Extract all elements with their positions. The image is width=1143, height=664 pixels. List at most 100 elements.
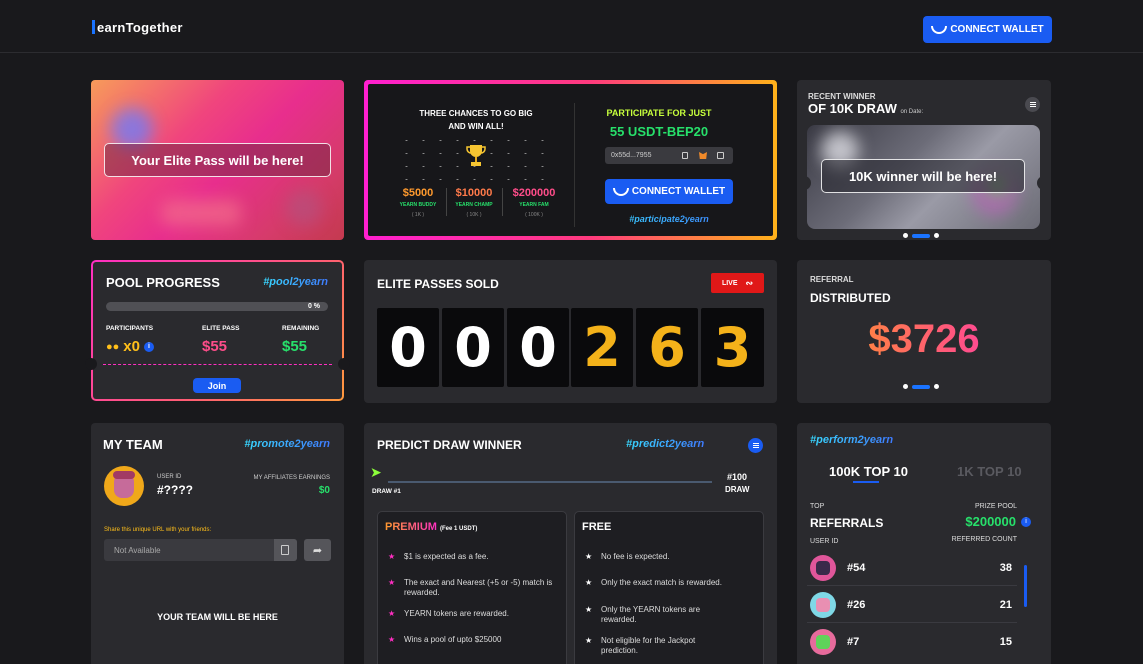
external-link-icon[interactable] [717, 152, 724, 159]
draw-title: OF 10K DRAW [808, 101, 897, 116]
referral-title: DISTRIBUTED [810, 291, 891, 305]
connect-wallet-button[interactable]: CONNECT WALLET [923, 16, 1052, 43]
users-icon: ●● [106, 340, 120, 353]
trophy-icon [466, 144, 486, 168]
avatar [810, 555, 836, 581]
free-item-text: Only the exact match is rewarded. [601, 578, 722, 587]
connect-wallet-label: CONNECT WALLET [950, 24, 1044, 35]
list-line [752, 447, 759, 448]
list-icon[interactable] [1025, 97, 1040, 112]
tab-label: 1K TOP 10 [957, 464, 1022, 479]
connect-wallet-label: CONNECT WALLET [631, 186, 726, 197]
winner-slide: 10K winner will be here! [807, 125, 1040, 229]
dot-active[interactable] [912, 384, 930, 389]
counter-digit: 2 [571, 308, 633, 387]
leaderboard-row[interactable]: #54 38 [807, 550, 1017, 586]
dot[interactable] [903, 233, 908, 238]
elite-pass-label: ELITE PASS [202, 325, 240, 332]
tab-label: 100K TOP 10 [829, 464, 909, 479]
star-icon: ★ [388, 635, 396, 644]
copy-icon[interactable] [274, 539, 297, 561]
tab-1k-top-10[interactable]: 1K TOP 10 [957, 464, 1022, 479]
predict-draw-card: PREDICT DRAW WINNER #predict2yearn ➤ DRA… [364, 423, 777, 664]
free-item-text: Not eligible for the Jackpot prediction. [601, 636, 696, 655]
list-icon[interactable] [748, 438, 763, 453]
prize-2: $10000 YEARN CHAMP ( 10K ) [448, 187, 500, 218]
premium-option[interactable]: PREMIUM (Fee 1 USDT) ★ $1 is expected as … [377, 511, 567, 664]
metamask-icon[interactable] [699, 152, 707, 159]
pool-title: POOL PROGRESS [106, 275, 220, 290]
prize-pool-label: PRIZE POOL [974, 503, 1017, 510]
elite-pass-placeholder: Your Elite Pass will be here! [104, 143, 331, 177]
winner-placeholder: 10K winner will be here! [821, 159, 1025, 193]
tab-100k-top-10[interactable]: 100K TOP 10 [829, 464, 908, 479]
recent-winner-title: OF 10K DRAW on Date: [808, 101, 923, 116]
info-icon[interactable]: i [143, 341, 154, 352]
top-referrals-card: #perform2yearn 100K TOP 10 1K TOP 10 TOP… [797, 423, 1051, 664]
top-bar: earnTogether CONNECT WALLET [0, 0, 1143, 53]
draw-start-label: DRAW #1 [372, 488, 401, 495]
premium-heading: PREMIUM (Fee 1 USDT) [385, 521, 477, 533]
counter-digit: 6 [636, 308, 698, 387]
copy-icon[interactable] [682, 152, 688, 159]
participate-connect-wallet-button[interactable]: CONNECT WALLET [605, 179, 733, 204]
leaderboard-row[interactable]: #26 21 [807, 587, 1017, 623]
predict-title: PREDICT DRAW WINNER [377, 438, 522, 452]
prize-tier: YEARN FAM [519, 202, 549, 208]
logo[interactable]: earnTogether [92, 20, 183, 35]
team-empty-state: YOUR TEAM WILL BE HERE [157, 612, 278, 622]
user-id: #???? [157, 483, 193, 497]
dashed-line [103, 364, 332, 365]
ticket-notch [85, 358, 97, 370]
leaderboard-row[interactable]: #7 15 [807, 624, 1017, 660]
progress-text: 0 % [307, 303, 320, 310]
team-title: MY TEAM [103, 437, 163, 452]
counter-digit: 0 [507, 308, 569, 387]
dot-active[interactable] [912, 233, 930, 238]
carousel-dots[interactable] [903, 384, 939, 389]
dot[interactable] [934, 233, 939, 238]
premium-title: PREMIUM [385, 521, 437, 533]
sold-title: ELITE PASSES SOLD [377, 277, 499, 291]
dot[interactable] [934, 384, 939, 389]
perform-hashtag: #perform2yearn [810, 434, 894, 446]
star-icon: ★ [585, 552, 593, 561]
counter-digit: 0 [442, 308, 504, 387]
logo-mark [92, 20, 95, 34]
participants-count: x0 [123, 338, 140, 355]
headline-line-2: AND WIN ALL! [448, 122, 504, 131]
star-icon: ★ [388, 578, 396, 587]
live-label: LIVE [721, 279, 738, 287]
share-url-value: Not Available [114, 545, 161, 555]
headline-line-1: THREE CHANCES TO GO BIG [419, 109, 533, 118]
row-count: 21 [999, 599, 1012, 611]
referral-amount: $3726 [797, 317, 1051, 362]
avatar-face [816, 598, 830, 612]
free-option[interactable]: FREE ★ No fee is expected. ★ Only the exac… [574, 511, 764, 664]
star-icon: ★ [585, 636, 593, 645]
pool-hashtag: #pool2yearn [263, 276, 328, 288]
prize-1: $5000 YEARN BUDDY ( 1K ) [392, 187, 444, 218]
draw-end-number: #100 [727, 472, 748, 482]
ticket-notch [338, 358, 350, 370]
elite-pass-card: Your Elite Pass will be here! [91, 80, 344, 240]
share-url-field[interactable]: Not Available [104, 539, 297, 561]
row-user-id: #7 [847, 636, 860, 648]
dot[interactable] [903, 384, 908, 389]
participate-hashtag: #participate2yearn [594, 214, 744, 224]
carousel-dots[interactable] [903, 233, 939, 238]
headline: THREE CHANCES TO GO BIG AND WIN ALL! [412, 107, 540, 133]
join-button[interactable]: Join [193, 378, 241, 393]
share-button[interactable]: ➦ [304, 539, 331, 561]
list-line [752, 443, 759, 444]
slide-next[interactable] [1037, 176, 1045, 190]
premium-item-text: Wins a pool of upto $25000 [404, 635, 502, 644]
premium-item-text: YEARN tokens are rewarded. [404, 609, 509, 618]
info-icon[interactable]: i [1021, 516, 1031, 527]
row-count: 38 [999, 562, 1012, 574]
avatar-face [816, 635, 830, 649]
list-line [1029, 104, 1036, 105]
leaderboard-scrollbar[interactable] [1024, 565, 1027, 607]
logo-text: earnTogether [97, 20, 183, 35]
counter-digit: 0 [377, 308, 439, 387]
